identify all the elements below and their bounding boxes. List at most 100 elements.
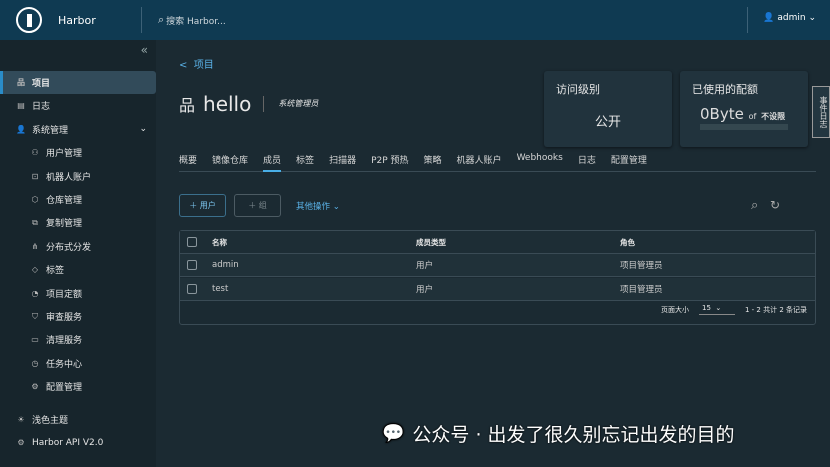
theme-toggle[interactable]: ☀ 浅色主题: [0, 408, 156, 431]
sidebar-item[interactable]: ⚙ 配置管理: [0, 375, 156, 398]
projects-icon: 品: [17, 78, 25, 87]
sidebar-item[interactable]: ⚇ 用户管理: [0, 141, 156, 164]
quota-icon: ◔: [31, 288, 39, 298]
robot-icon: ⊡: [31, 171, 39, 181]
sidebar-item-label: 审查服务: [46, 313, 83, 323]
tab[interactable]: 概要: [179, 153, 197, 172]
table-cell: test: [212, 284, 229, 294]
select-all-checkbox[interactable]: [187, 237, 197, 247]
search-icon[interactable]: ⌕: [751, 198, 758, 213]
page-size-select[interactable]: 15 ⌄: [698, 304, 735, 315]
add-group-button[interactable]: ＋ 组: [234, 194, 281, 217]
access-value: 公开: [594, 115, 621, 130]
event-log-tab[interactable]: 事件日志: [812, 86, 830, 138]
more-label: 其他操作: [296, 202, 331, 212]
tab[interactable]: 标签: [296, 153, 314, 172]
tab[interactable]: 成员: [263, 153, 282, 172]
quota-label: 已使用的配额: [692, 83, 758, 96]
column-header-type[interactable]: 成员类型: [416, 237, 446, 248]
table-cell: 用户: [416, 261, 434, 271]
tab[interactable]: 机器人账户: [457, 153, 502, 172]
sidebar-item-label: 任务中心: [46, 359, 83, 370]
sidebar-item[interactable]: ▭ 清理服务: [0, 328, 156, 351]
back-link[interactable]: < 项目: [179, 56, 214, 71]
sidebar-item[interactable]: ⬡ 仓库管理: [0, 188, 156, 211]
sidebar-item[interactable]: ⊡ 机器人账户: [0, 165, 156, 188]
sidebar-item-label: 日志: [32, 102, 51, 113]
sun-icon: ☀: [17, 415, 25, 424]
column-header-name[interactable]: 名称: [212, 237, 227, 248]
table-cell: 项目管理员: [620, 285, 663, 295]
sidebar-item-label: 标签: [46, 266, 65, 277]
sidebar-item-label: 机器人账户: [46, 172, 92, 183]
api-link[interactable]: ⚙ Harbor API V2.0: [0, 431, 156, 454]
sidebar-item-label: 分布式分发: [46, 242, 92, 253]
search-placeholder: 搜索 Harbor...: [166, 16, 226, 27]
add-group-label: 组: [258, 201, 267, 210]
project-name: hello: [203, 92, 252, 116]
quota-limit: 不设限: [761, 112, 786, 121]
sidebar-item[interactable]: ◔ 项目定额: [0, 282, 156, 305]
page-size-value: 15: [701, 304, 711, 312]
chevron-down-icon: ⌄: [139, 124, 147, 135]
sidebar-item-label: 清理服务: [46, 336, 83, 347]
sidebar-item[interactable]: 👤 系统管理 ⌄: [0, 118, 156, 141]
tab[interactable]: 策略: [424, 153, 442, 172]
main: < 项目 品 hello 系统管理员 访问级别 公开 已使用的配额 0Byte of…: [156, 40, 830, 467]
access-label: 访问级别: [556, 83, 600, 96]
api-icon: ⚙: [17, 438, 25, 447]
tab[interactable]: P2P 预热: [371, 153, 408, 172]
sidebar-item[interactable]: ⋔ 分布式分发: [0, 235, 156, 258]
column-header-role[interactable]: 角色: [620, 237, 635, 248]
username: admin: [777, 13, 806, 23]
chevron-down-icon: ⌄: [808, 13, 816, 23]
tab[interactable]: 镜像仓库: [212, 153, 248, 172]
users-icon: ⚇: [31, 148, 39, 158]
sidebar-item-label: 用户管理: [46, 149, 83, 160]
theme-label: 浅色主题: [32, 416, 69, 426]
sidebar-item[interactable]: ◷ 任务中心: [0, 352, 156, 375]
sidebar-item[interactable]: ⛉ 审查服务: [0, 305, 156, 328]
user-icon: 👤: [763, 13, 775, 23]
more-actions-dropdown[interactable]: 其他操作 ⌄: [296, 200, 340, 212]
access-level-card: 访问级别 公开: [544, 71, 672, 147]
pagination-summary: 1 - 2 共计 2 条记录: [744, 305, 807, 314]
quota-bar: [700, 124, 788, 130]
row-checkbox[interactable]: [187, 260, 197, 270]
role-badge: 系统管理员: [263, 96, 318, 112]
gear-icon: ⚙: [31, 382, 39, 392]
replication-icon: ⧉: [32, 217, 38, 227]
distribution-icon: ⋔: [31, 241, 39, 251]
table-row: test 用户 项目管理员: [180, 278, 815, 301]
sidebar-item-label: 系统管理: [32, 125, 69, 136]
sidebar-item-label: 仓库管理: [46, 196, 83, 206]
harbor-logo-icon[interactable]: [16, 7, 42, 33]
divider: [747, 7, 748, 33]
collapse-sidebar-icon[interactable]: «: [141, 43, 148, 57]
tab[interactable]: 配置管理: [611, 153, 647, 172]
tab[interactable]: 扫描器: [329, 153, 356, 172]
brand[interactable]: Harbor: [58, 14, 141, 27]
pagination: 页面大小 15 ⌄ 1 - 2 共计 2 条记录: [661, 304, 807, 315]
registry-icon: ⬡: [31, 195, 39, 204]
refresh-icon[interactable]: ↻: [770, 198, 780, 212]
user-menu[interactable]: 👤 admin ⌄: [763, 13, 816, 23]
back-label: 项目: [193, 60, 214, 71]
sidebar-item[interactable]: 品项目: [0, 71, 156, 94]
sidebar-item-label: 项目: [32, 79, 51, 89]
tab[interactable]: Webhooks: [517, 153, 563, 172]
quota-card: 已使用的配额 0Byte of 不设限: [680, 71, 808, 147]
tag-icon: ◇: [31, 265, 39, 275]
sidebar-item[interactable]: ▤ 日志: [0, 94, 156, 117]
tabs: 概要 镜像仓库 成员 标签 扫描器 P2P 预热 策略 机器人账户 Webhooks 日志 配置管理: [179, 153, 816, 172]
row-checkbox[interactable]: [187, 284, 197, 294]
sidebar-item[interactable]: ◇ 标签: [0, 258, 156, 281]
tab[interactable]: 日志: [578, 153, 596, 172]
search-icon: ⌕: [158, 13, 165, 26]
add-user-button[interactable]: ＋ 用户: [179, 194, 226, 217]
search-input[interactable]: ⌕ 搜索 Harbor...: [158, 13, 226, 27]
chevron-down-icon: ⌄: [332, 202, 340, 212]
sidebar-item[interactable]: ⧉ 复制管理: [0, 211, 156, 234]
table-header: 名称 成员类型 角色: [180, 231, 815, 254]
page-size-label: 页面大小: [660, 305, 689, 314]
